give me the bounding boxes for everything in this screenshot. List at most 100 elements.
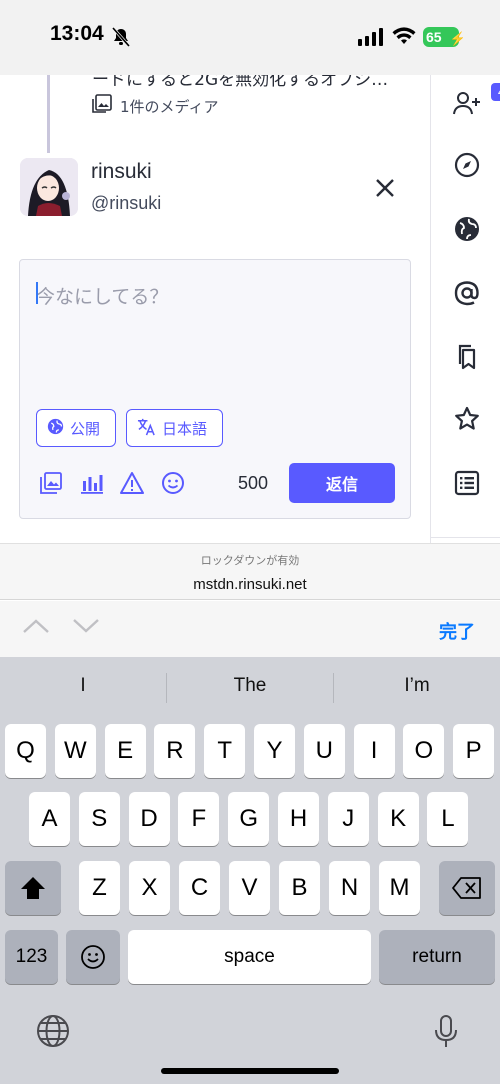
compose-form: 今なにしてる？ 公開 日本語 500 返信 [19,259,411,519]
key-t[interactable]: T [204,724,246,778]
federated-timeline-button[interactable] [453,215,481,243]
close-button[interactable] [370,173,400,203]
reply-submit-button[interactable]: 返信 [289,463,395,503]
key-k[interactable]: K [377,792,419,846]
key-i[interactable]: I [353,724,395,778]
shift-icon [21,877,45,899]
ios-keyboard: I The I’m QWERTYUIOPASDFGHJKLZXCVBNM 123… [0,657,500,1084]
globe-icon [455,217,479,241]
media-count-label: 1件のメディア [120,97,219,116]
delete-key[interactable] [439,861,495,915]
person-add-icon [453,92,480,115]
translate-icon [137,417,156,440]
follow-requests-button[interactable]: 40 [453,83,500,117]
shift-key[interactable] [5,861,61,915]
warning-icon [120,472,144,494]
return-key[interactable]: return [379,930,495,984]
key-g[interactable]: G [228,792,270,846]
favourites-button[interactable] [453,405,481,433]
key-d[interactable]: D [128,792,170,846]
key-h[interactable]: H [278,792,319,846]
backspace-icon [452,877,481,899]
character-counter: 500 [238,473,269,493]
suggestion-1[interactable]: I [0,675,166,697]
key-m[interactable]: M [379,861,420,915]
star-icon [455,406,479,430]
text-caret [36,282,38,304]
at-sign-icon [454,281,479,306]
lockdown-mode-label: ロックダウンが有効 [200,554,300,567]
key-p[interactable]: P [453,724,495,778]
key-a[interactable]: A [29,792,70,846]
language-button[interactable]: 日本語 [126,409,223,447]
done-button[interactable]: 完了 [439,618,475,644]
browser-url-bar[interactable]: ロックダウンが有効 mstdn.rinsuki.net [0,543,500,600]
emoji-button[interactable] [160,470,186,496]
in-reply-to-text[interactable]: ードにすると2Gを無効化するオプシ… [92,75,388,90]
explore-button[interactable] [453,151,481,179]
key-n[interactable]: N [329,861,370,915]
key-z[interactable]: Z [79,861,120,915]
globe-keyboard-switch-button[interactable] [36,1014,70,1052]
avatar[interactable] [20,158,78,216]
status-bar: 13:04 65 ⚡ [0,0,500,75]
compose-textarea[interactable]: 今なにしてる？ [36,282,168,309]
numbers-key[interactable]: 123 [5,930,58,984]
nav-divider [431,537,500,538]
key-q[interactable]: Q [5,724,46,778]
battery-level: 65 [426,29,442,45]
globe-icon [37,1015,69,1047]
next-field-button[interactable] [72,617,100,639]
charging-bolt-icon: ⚡ [449,31,466,46]
image-icon [92,94,112,118]
poll-icon [81,475,103,494]
key-u[interactable]: U [303,724,345,778]
cellular-signal-icon [358,28,384,50]
key-l[interactable]: L [427,792,469,846]
visibility-button[interactable]: 公開 [36,409,116,447]
close-icon [376,179,394,197]
list-icon [454,470,480,496]
lists-button[interactable] [453,469,481,497]
key-w[interactable]: W [54,724,96,778]
form-accessory-bar: 完了 [0,601,500,657]
status-time: 13:04 [50,22,104,45]
mentions-button[interactable] [453,279,481,307]
key-c[interactable]: C [179,861,220,915]
dictation-button[interactable] [433,1014,459,1054]
key-f[interactable]: F [178,792,220,846]
key-s[interactable]: S [78,792,120,846]
key-o[interactable]: O [403,724,445,778]
bookmarks-button[interactable] [453,343,481,371]
account-handle: @rinsuki [91,193,162,213]
display-name: rinsuki [91,160,152,183]
key-e[interactable]: E [104,724,146,778]
media-attachment-row[interactable]: 1件のメディア [92,94,219,118]
battery-icon: 65 ⚡ [423,27,466,47]
suggestion-3[interactable]: I’m [334,675,500,697]
key-y[interactable]: Y [254,724,295,778]
right-navigation: 40 [430,75,500,543]
emoji-icon [81,945,105,969]
key-b[interactable]: B [279,861,320,915]
key-j[interactable]: J [327,792,369,846]
poll-button[interactable] [79,470,105,496]
space-key[interactable]: space [128,930,371,984]
microphone-icon [435,1015,457,1047]
content-warning-button[interactable] [119,470,145,496]
add-media-button[interactable] [38,470,64,496]
main-column: ードにすると2Gを無効化するオプシ… 1件のメディア rinsuki @rins… [0,75,430,543]
emoji-icon [162,472,184,494]
key-v[interactable]: V [229,861,270,915]
url-text[interactable]: mstdn.rinsuki.net [0,576,500,593]
globe-icon [47,418,64,439]
language-label: 日本語 [162,419,208,438]
bell-slash-icon [111,27,131,51]
key-r[interactable]: R [154,724,196,778]
key-x[interactable]: X [129,861,170,915]
previous-field-button[interactable] [22,617,50,639]
image-icon [40,472,62,494]
emoji-key[interactable] [66,930,120,984]
suggestion-2[interactable]: The [167,675,333,697]
home-indicator [161,1068,339,1074]
